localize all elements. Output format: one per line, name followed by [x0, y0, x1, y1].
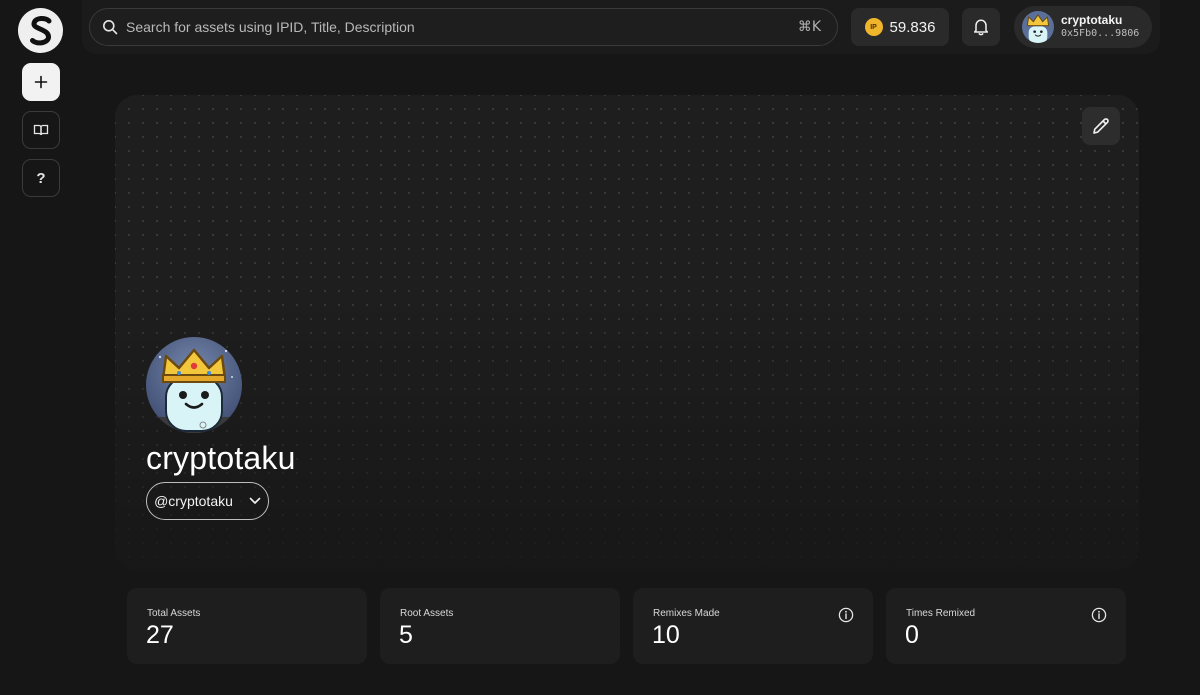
- stat-value: 10: [652, 621, 680, 649]
- stat-card-times-remixed: Times Remixed 0: [886, 588, 1126, 664]
- chevron-down-icon: [249, 497, 261, 504]
- bell-icon: [973, 19, 989, 36]
- profile-name: cryptotaku: [146, 440, 296, 476]
- ip-token-icon: IP: [864, 18, 883, 36]
- help-button[interactable]: ?: [22, 159, 60, 197]
- search-icon: [103, 20, 118, 35]
- stat-label: Remixes Made: [653, 608, 720, 619]
- stat-value: 27: [146, 621, 174, 649]
- app-logo[interactable]: [18, 8, 63, 53]
- ip-balance-button[interactable]: IP 59.836: [851, 8, 949, 46]
- stat-value: 5: [399, 621, 413, 649]
- docs-button[interactable]: [22, 111, 60, 149]
- user-avatar: [1022, 11, 1054, 43]
- question-icon: ?: [36, 169, 46, 187]
- info-icon[interactable]: [838, 607, 854, 623]
- wallet-address: 0x5Fb0...9806: [1061, 28, 1140, 39]
- info-icon[interactable]: [1091, 607, 1107, 623]
- stat-label: Root Assets: [400, 608, 454, 619]
- stat-value: 0: [905, 621, 919, 649]
- create-button[interactable]: [22, 63, 60, 101]
- book-icon: [33, 124, 49, 136]
- edit-profile-button[interactable]: [1082, 107, 1120, 145]
- plus-icon: [34, 75, 48, 89]
- search-bar[interactable]: ⌘K: [89, 8, 838, 46]
- stat-label: Times Remixed: [906, 608, 976, 619]
- balance-value: 59.836: [889, 18, 936, 36]
- user-name: cryptotaku: [1061, 13, 1123, 27]
- stat-label: Total Assets: [147, 608, 201, 619]
- search-shortcut: ⌘K: [797, 19, 821, 35]
- user-menu[interactable]: cryptotaku 0x5Fb0...9806: [1014, 6, 1152, 48]
- notifications-button[interactable]: [962, 8, 1000, 46]
- stat-card-root-assets: Root Assets 5: [380, 588, 620, 664]
- stat-card-total-assets: Total Assets 27: [127, 588, 367, 664]
- profile-avatar: [146, 337, 242, 433]
- handle-dropdown[interactable]: @cryptotaku: [146, 482, 269, 520]
- stat-card-remixes-made: Remixes Made 10: [633, 588, 873, 664]
- search-input[interactable]: [126, 19, 798, 35]
- profile-handle: @cryptotaku: [154, 493, 233, 509]
- story-s-logo-icon: [29, 15, 51, 45]
- pencil-icon: [1093, 118, 1109, 134]
